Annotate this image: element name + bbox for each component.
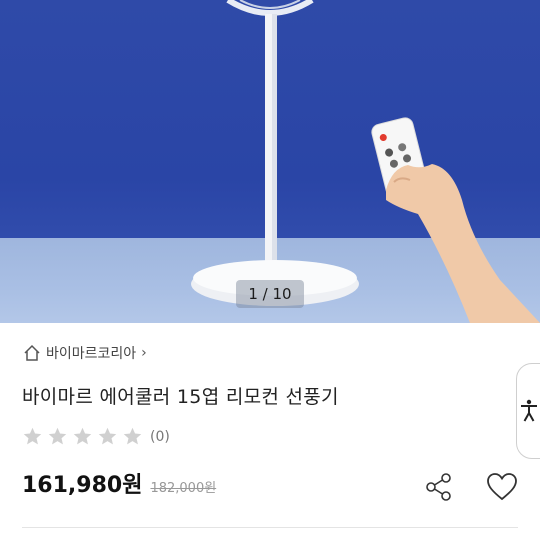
- sale-price: 161,980원: [22, 473, 143, 498]
- review-count: (0): [150, 428, 170, 445]
- star-icon: [123, 427, 142, 445]
- accessibility-icon: [521, 399, 537, 422]
- star-icon: [98, 427, 117, 445]
- fan-photo: [191, 0, 540, 323]
- star-icon: [48, 427, 67, 445]
- accessibility-button[interactable]: [516, 363, 540, 459]
- star-icon: [73, 427, 92, 445]
- product-title: 바이마르 에어쿨러 15엽 리모컨 선풍기: [22, 386, 339, 408]
- divider: [22, 527, 518, 528]
- seller-link[interactable]: 바이마르코리아 ›: [22, 342, 147, 364]
- chevron-right-icon: ›: [141, 345, 147, 361]
- original-price: 182,000원: [150, 481, 217, 496]
- image-counter: 1 / 10: [236, 280, 304, 308]
- share-icon[interactable]: [424, 472, 454, 502]
- home-icon: [24, 344, 40, 361]
- rating[interactable]: (0): [22, 426, 170, 447]
- seller-name: 바이마르코리아: [46, 346, 137, 362]
- heart-icon[interactable]: [486, 472, 518, 502]
- product-image[interactable]: 1 / 10: [0, 0, 540, 323]
- price-row: 161,980원 182,000원: [22, 467, 216, 499]
- star-icon: [23, 427, 42, 445]
